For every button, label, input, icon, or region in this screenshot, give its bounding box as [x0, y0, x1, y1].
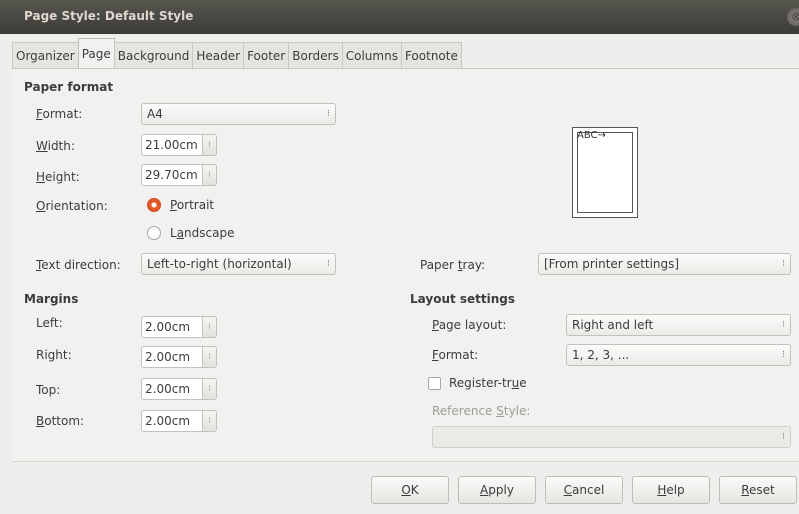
paper-tray-combo[interactable]: [From printer settings] ⁝: [538, 253, 791, 275]
landscape-label[interactable]: Landscape: [170, 226, 234, 240]
reset-button[interactable]: Reset: [719, 476, 797, 504]
tab-background[interactable]: Background: [113, 42, 194, 69]
height-spinbox[interactable]: 29.70cm ⁝: [141, 164, 217, 186]
paper-format-value: A4: [147, 107, 163, 121]
spin-arrows-icon[interactable]: ⁝: [203, 410, 217, 432]
numbering-format-combo[interactable]: 1, 2, 3, ... ⁝: [566, 344, 791, 366]
top-margin-label: Top:: [36, 383, 61, 397]
bottom-margin-spinbox[interactable]: 2.00cm ⁝: [141, 410, 217, 432]
right-margin-value[interactable]: 2.00cm: [141, 346, 203, 368]
text-direction-label: Text direction:: [36, 258, 121, 272]
layout-format-label: Format:: [432, 348, 479, 362]
page-layout-value: Right and left: [572, 318, 654, 332]
format-label: Format:: [36, 107, 83, 121]
page-layout-label: Page layout:: [432, 318, 507, 332]
tab-footnote[interactable]: Footnote: [400, 42, 462, 69]
spin-arrows-icon[interactable]: ⁝: [203, 134, 217, 156]
close-icon[interactable]: ⊗: [787, 8, 799, 26]
cancel-button[interactable]: Cancel: [545, 476, 623, 504]
page-preview-margins: [577, 132, 633, 213]
left-margin-value[interactable]: 2.00cm: [141, 316, 203, 338]
bottom-margin-label: Bottom:: [36, 414, 85, 428]
tab-footer[interactable]: Footer: [243, 42, 290, 69]
portrait-label[interactable]: Portrait: [170, 198, 214, 212]
width-value[interactable]: 21.00cm: [141, 134, 203, 156]
page-layout-combo[interactable]: Right and left ⁝: [566, 314, 791, 336]
combo-arrow-icon: ⁝: [782, 320, 785, 330]
text-direction-value: Left-to-right (horizontal): [147, 257, 292, 271]
combo-arrow-icon: ⁝: [327, 259, 330, 269]
window-title: Page Style: Default Style: [24, 9, 194, 23]
tab-columns[interactable]: Columns: [341, 42, 402, 69]
tab-bar: Organizer Page Background Header Footer …: [12, 38, 462, 69]
title-bar[interactable]: Page Style: Default Style ⊗: [0, 0, 799, 34]
footer-divider: [12, 461, 799, 462]
page-preview-text: ABC→: [577, 130, 606, 141]
help-button[interactable]: Help: [632, 476, 710, 504]
tab-organizer[interactable]: Organizer: [12, 42, 79, 69]
spin-arrows-icon[interactable]: ⁝: [203, 316, 217, 338]
combo-arrow-icon: ⁝: [782, 432, 785, 442]
right-margin-label: Right:: [36, 348, 72, 362]
paper-tray-label: Paper tray:: [420, 258, 486, 272]
height-value[interactable]: 29.70cm: [141, 164, 203, 186]
reference-style-combo[interactable]: ⁝: [432, 426, 791, 448]
text-direction-combo[interactable]: Left-to-right (horizontal) ⁝: [141, 253, 336, 275]
width-spinbox[interactable]: 21.00cm ⁝: [141, 134, 217, 156]
page-preview: ABC→: [572, 127, 638, 218]
spin-arrows-icon[interactable]: ⁝: [203, 378, 217, 400]
paper-format-heading: Paper format: [24, 80, 114, 94]
top-margin-spinbox[interactable]: 2.00cm ⁝: [141, 378, 217, 400]
spin-arrows-icon[interactable]: ⁝: [203, 164, 217, 186]
bottom-margin-value[interactable]: 2.00cm: [141, 410, 203, 432]
register-true-label[interactable]: Register-true: [449, 376, 527, 390]
register-true-checkbox[interactable]: [428, 377, 441, 390]
width-label: Width:: [36, 139, 75, 153]
margins-heading: Margins: [24, 292, 79, 306]
left-margin-label: Left:: [36, 316, 63, 330]
combo-arrow-icon: ⁝: [327, 109, 330, 119]
tab-page[interactable]: Page: [77, 38, 115, 69]
dialog-window: Page Style: Default Style ⊗ Organizer Pa…: [0, 0, 799, 514]
tab-header[interactable]: Header: [192, 42, 245, 69]
right-margin-spinbox[interactable]: 2.00cm ⁝: [141, 346, 217, 368]
paper-format-combo[interactable]: A4 ⁝: [141, 103, 336, 125]
orientation-label: Orientation:: [36, 199, 108, 213]
combo-arrow-icon: ⁝: [782, 259, 785, 269]
layout-settings-heading: Layout settings: [410, 292, 516, 306]
landscape-radio[interactable]: [147, 226, 161, 240]
apply-button[interactable]: Apply: [458, 476, 536, 504]
portrait-radio[interactable]: [147, 198, 161, 212]
paper-tray-value: [From printer settings]: [544, 257, 680, 271]
top-margin-value[interactable]: 2.00cm: [141, 378, 203, 400]
ok-button[interactable]: OK: [371, 476, 449, 504]
numbering-format-value: 1, 2, 3, ...: [572, 348, 630, 362]
left-margin-spinbox[interactable]: 2.00cm ⁝: [141, 316, 217, 338]
reference-style-label: Reference Style:: [432, 404, 531, 418]
height-label: Height:: [36, 170, 80, 184]
tab-borders[interactable]: Borders: [288, 42, 343, 69]
combo-arrow-icon: ⁝: [782, 350, 785, 360]
spin-arrows-icon[interactable]: ⁝: [203, 346, 217, 368]
